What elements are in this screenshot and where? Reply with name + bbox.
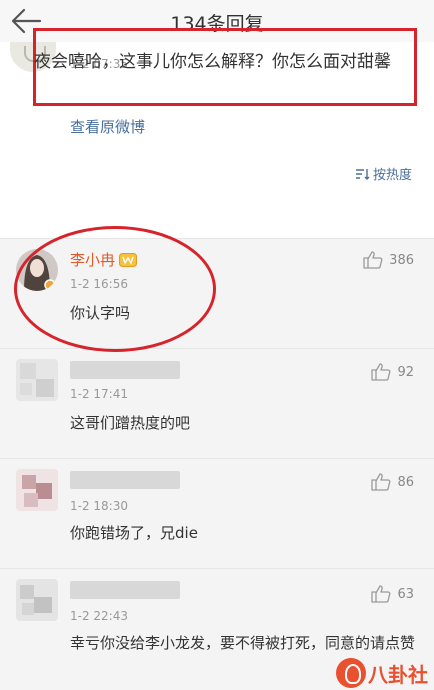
sort-by-hot-button[interactable]: 按热度 [355, 164, 412, 183]
vip-badge-icon [119, 252, 138, 267]
like-button[interactable]: 86 [371, 473, 414, 491]
watermark-text: 八卦社 [368, 662, 428, 687]
view-original-link[interactable]: 查看原微博 [70, 116, 145, 137]
comment-text: 你跑错场了，兄die [70, 524, 198, 542]
comment-text: 你认字吗 [70, 304, 131, 322]
avatar[interactable] [16, 249, 58, 291]
comment-text: 这哥们蹭热度的吧 [70, 414, 191, 432]
like-button[interactable]: 386 [363, 251, 414, 269]
comment-item: 1-2 18:30 你跑错场了，兄die 86 [0, 458, 434, 568]
watermark-logo: 八卦社 [336, 658, 428, 688]
like-count: 63 [397, 586, 414, 602]
comment-username[interactable]: 李小冉 [70, 249, 138, 270]
comment-time: 1-2 17:41 [70, 387, 128, 401]
like-count: 92 [397, 364, 414, 380]
sort-label: 按热度 [372, 168, 412, 183]
thumbs-up-icon [363, 251, 383, 269]
avatar[interactable] [16, 359, 58, 401]
comment-text: 幸亏你没给李小龙发，要不得被打死，同意的请点赞 [70, 634, 416, 652]
comment-item: 1-2 17:41 这哥们蹭热度的吧 92 [0, 348, 434, 458]
thumbs-up-icon [371, 473, 391, 491]
thumbs-up-icon [371, 363, 391, 381]
post-text: 夜会嘻哈，这事儿你怎么解释？你怎么面对甜馨 [34, 52, 391, 72]
blurred-username[interactable] [70, 471, 180, 489]
like-count: 386 [389, 252, 414, 268]
like-count: 86 [397, 474, 414, 490]
like-button[interactable]: 63 [371, 585, 414, 603]
comment-time: 1-2 18:30 [70, 499, 128, 513]
avatar[interactable] [16, 579, 58, 621]
comment-time: 1-2 16:56 [70, 277, 128, 291]
sort-icon [355, 168, 370, 180]
blurred-username[interactable] [70, 361, 180, 379]
like-button[interactable]: 92 [371, 363, 414, 381]
thumbs-up-icon [371, 585, 391, 603]
avatar[interactable] [16, 469, 58, 511]
blurred-username[interactable] [70, 581, 180, 599]
username-text: 李小冉 [70, 251, 116, 269]
watermark-icon [336, 658, 366, 688]
comment-item: 李小冉 1-2 16:56 你认字吗 386 [0, 238, 434, 348]
comment-time: 1-2 22:43 [70, 609, 128, 623]
